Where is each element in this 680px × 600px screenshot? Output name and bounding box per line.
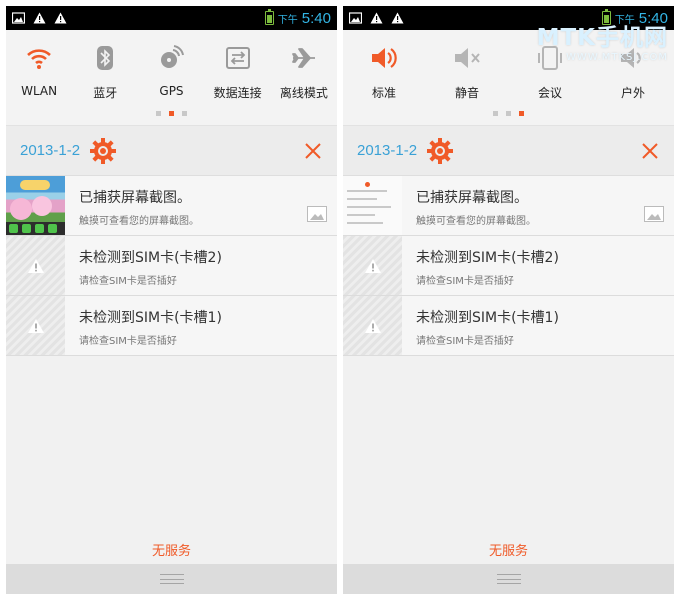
status-bar: 下午 5:40 — [6, 6, 337, 30]
notification-sim2[interactable]: 未检测到SIM卡(卡槽2) 请检查SIM卡是否插好 — [343, 236, 674, 296]
clear-all-icon[interactable] — [640, 141, 660, 161]
warning-icon — [27, 258, 44, 273]
page-dot — [493, 111, 498, 116]
notification-subtitle: 触摸可查看您的屏幕截图。 — [79, 216, 199, 227]
notification-subtitle: 请检查SIM卡是否插好 — [416, 276, 514, 287]
notification-title: 已捕获屏幕截图。 — [416, 190, 528, 206]
toggle-label: GPS — [159, 84, 184, 98]
notification-subtitle: 请检查SIM卡是否插好 — [79, 276, 177, 287]
grip-icon — [159, 574, 184, 584]
battery-icon — [264, 9, 274, 25]
sim-warning-thumb — [343, 236, 402, 295]
notification-sim1[interactable]: 未检测到SIM卡(卡槽1) 请检查SIM卡是否插好 — [343, 296, 674, 356]
notification-title: 未检测到SIM卡(卡槽1) — [416, 310, 559, 326]
speaker-icon — [370, 44, 398, 72]
toggle-label: 标准 — [371, 86, 396, 100]
toggle-gps[interactable]: GPS — [138, 44, 204, 101]
page-indicator — [343, 111, 674, 116]
warning-icon — [27, 318, 44, 333]
watermark: MTK手机网 WWW.MTKSJ.COM — [537, 18, 668, 63]
toggle-bluetooth[interactable]: 蓝牙 — [72, 44, 138, 101]
notification-shade-left: 下午 5:40 WLAN 蓝牙 GPS 数据连接 离线模式 2013-1-2 已… — [6, 6, 337, 594]
mute-icon — [453, 44, 481, 72]
shade-drag-handle[interactable] — [343, 564, 674, 594]
comparison-canvas: 下午 5:40 WLAN 蓝牙 GPS 数据连接 离线模式 2013-1-2 已… — [0, 0, 680, 600]
date-label: 2013-1-2 — [20, 142, 81, 159]
image-icon — [349, 12, 362, 24]
gps-icon — [157, 44, 185, 72]
toggle-profile-standard[interactable]: 标准 — [351, 44, 417, 101]
data-connection-icon — [224, 44, 252, 72]
toggle-label: 数据连接 — [213, 86, 262, 100]
notification-sim2[interactable]: 未检测到SIM卡(卡槽2) 请检查SIM卡是否插好 — [6, 236, 337, 296]
toggle-label: 户外 — [620, 86, 645, 100]
notification-shade-right: 下午 5:40 标准 静音 会议 户外 2013-1-2 已捕获屏幕截图。 触摸… — [343, 6, 674, 594]
toggle-label: 蓝牙 — [93, 86, 118, 100]
warning-icon — [364, 258, 381, 273]
image-icon — [12, 12, 25, 24]
toggle-label: WLAN — [21, 84, 58, 98]
sim-warning-thumb — [343, 296, 402, 355]
toggle-airplane-mode[interactable]: 离线模式 — [271, 44, 337, 101]
no-service-label: 无服务 — [151, 544, 191, 559]
toggle-data-connection[interactable]: 数据连接 — [205, 44, 271, 101]
notification-subtitle: 触摸可查看您的屏幕截图。 — [416, 216, 536, 227]
watermark-main: MTK手机网 — [536, 25, 668, 51]
picture-icon — [644, 206, 664, 222]
settings-gear-icon[interactable] — [90, 137, 117, 164]
page-dot — [156, 111, 161, 116]
clock-ampm: 下午 — [277, 14, 298, 26]
picture-icon — [307, 206, 327, 222]
grip-icon — [496, 574, 521, 584]
warning-icon — [364, 318, 381, 333]
settings-gear-icon[interactable] — [427, 137, 454, 164]
no-service-label: 无服务 — [488, 544, 528, 559]
date-bar: 2013-1-2 — [343, 126, 674, 176]
clock-time: 5:40 — [301, 9, 331, 27]
screenshot-thumbnail — [6, 176, 65, 235]
notification-screenshot[interactable]: 已捕获屏幕截图。 触摸可查看您的屏幕截图。 — [343, 176, 674, 236]
date-label: 2013-1-2 — [357, 142, 418, 159]
date-bar: 2013-1-2 — [6, 126, 337, 176]
toggle-label: 静音 — [454, 86, 479, 100]
clear-all-icon[interactable] — [303, 141, 323, 161]
notification-sim1[interactable]: 未检测到SIM卡(卡槽1) 请检查SIM卡是否插好 — [6, 296, 337, 356]
watermark-url: WWW.MTKSJ.COM — [566, 52, 668, 63]
screenshot-thumbnail — [343, 176, 402, 235]
bluetooth-icon — [91, 44, 119, 72]
warning-icon — [54, 12, 67, 24]
toggle-label: 会议 — [537, 86, 562, 100]
notification-subtitle: 请检查SIM卡是否插好 — [79, 336, 177, 347]
wifi-icon — [25, 44, 53, 72]
notification-title: 未检测到SIM卡(卡槽2) — [79, 250, 222, 266]
notification-screenshot[interactable]: 已捕获屏幕截图。 触摸可查看您的屏幕截图。 — [6, 176, 337, 236]
sim-warning-thumb — [6, 236, 65, 295]
quick-settings: WLAN 蓝牙 GPS 数据连接 离线模式 — [6, 30, 337, 126]
page-indicator — [6, 111, 337, 116]
page-dot — [182, 111, 187, 116]
sim-warning-thumb — [6, 296, 65, 355]
shade-drag-handle[interactable] — [6, 564, 337, 594]
notification-title: 已捕获屏幕截图。 — [79, 190, 191, 206]
page-dot-active — [169, 111, 174, 116]
page-dot — [506, 111, 511, 116]
toggle-profile-silent[interactable]: 静音 — [434, 44, 500, 101]
airplane-icon — [290, 44, 318, 72]
notification-subtitle: 请检查SIM卡是否插好 — [416, 336, 514, 347]
notification-title: 未检测到SIM卡(卡槽1) — [79, 310, 222, 326]
warning-icon — [370, 12, 383, 24]
warning-icon — [33, 12, 46, 24]
toggle-wlan[interactable]: WLAN — [6, 44, 72, 101]
warning-icon — [391, 12, 404, 24]
page-dot-active — [519, 111, 524, 116]
notification-title: 未检测到SIM卡(卡槽2) — [416, 250, 559, 266]
toggle-label: 离线模式 — [279, 86, 328, 100]
